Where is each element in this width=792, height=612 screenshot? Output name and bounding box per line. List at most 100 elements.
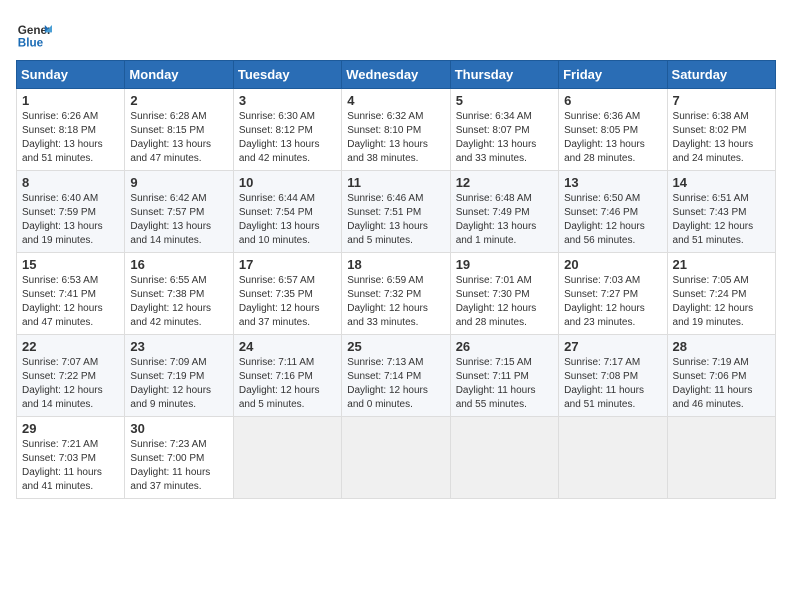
calendar-cell: 28 Sunrise: 7:19 AMSunset: 7:06 PMDaylig… [667,335,775,417]
logo: General Blue [16,16,52,52]
calendar-table: SundayMondayTuesdayWednesdayThursdayFrid… [16,60,776,499]
calendar-cell: 13 Sunrise: 6:50 AMSunset: 7:46 PMDaylig… [559,171,667,253]
weekday-header-friday: Friday [559,61,667,89]
calendar-cell: 8 Sunrise: 6:40 AMSunset: 7:59 PMDayligh… [17,171,125,253]
day-number: 4 [347,93,444,108]
day-info: Sunrise: 6:42 AMSunset: 7:57 PMDaylight:… [130,192,227,248]
calendar-cell: 22 Sunrise: 7:07 AMSunset: 7:22 PMDaylig… [17,335,125,417]
day-number: 21 [673,257,770,272]
day-number: 6 [564,93,661,108]
calendar-cell [559,417,667,499]
day-info: Sunrise: 6:46 AMSunset: 7:51 PMDaylight:… [347,192,444,248]
weekday-header-tuesday: Tuesday [233,61,341,89]
day-info: Sunrise: 7:21 AMSunset: 7:03 PMDaylight:… [22,438,119,494]
day-number: 15 [22,257,119,272]
day-info: Sunrise: 7:01 AMSunset: 7:30 PMDaylight:… [456,274,553,330]
day-info: Sunrise: 7:07 AMSunset: 7:22 PMDaylight:… [22,356,119,412]
calendar-week-row: 8 Sunrise: 6:40 AMSunset: 7:59 PMDayligh… [17,171,776,253]
day-number: 5 [456,93,553,108]
day-info: Sunrise: 6:48 AMSunset: 7:49 PMDaylight:… [456,192,553,248]
day-number: 17 [239,257,336,272]
calendar-cell: 25 Sunrise: 7:13 AMSunset: 7:14 PMDaylig… [342,335,450,417]
day-info: Sunrise: 6:26 AMSunset: 8:18 PMDaylight:… [22,110,119,166]
logo-icon: General Blue [16,16,52,52]
weekday-header-monday: Monday [125,61,233,89]
day-info: Sunrise: 7:15 AMSunset: 7:11 PMDaylight:… [456,356,553,412]
day-number: 23 [130,339,227,354]
calendar-cell: 23 Sunrise: 7:09 AMSunset: 7:19 PMDaylig… [125,335,233,417]
day-info: Sunrise: 6:38 AMSunset: 8:02 PMDaylight:… [673,110,770,166]
calendar-cell: 6 Sunrise: 6:36 AMSunset: 8:05 PMDayligh… [559,89,667,171]
day-info: Sunrise: 7:05 AMSunset: 7:24 PMDaylight:… [673,274,770,330]
day-info: Sunrise: 6:28 AMSunset: 8:15 PMDaylight:… [130,110,227,166]
calendar-cell [342,417,450,499]
calendar-cell: 4 Sunrise: 6:32 AMSunset: 8:10 PMDayligh… [342,89,450,171]
calendar-cell [450,417,558,499]
calendar-cell: 1 Sunrise: 6:26 AMSunset: 8:18 PMDayligh… [17,89,125,171]
calendar-cell: 10 Sunrise: 6:44 AMSunset: 7:54 PMDaylig… [233,171,341,253]
calendar-cell: 29 Sunrise: 7:21 AMSunset: 7:03 PMDaylig… [17,417,125,499]
day-number: 1 [22,93,119,108]
calendar-cell: 2 Sunrise: 6:28 AMSunset: 8:15 PMDayligh… [125,89,233,171]
calendar-week-row: 15 Sunrise: 6:53 AMSunset: 7:41 PMDaylig… [17,253,776,335]
calendar-cell [667,417,775,499]
day-info: Sunrise: 7:03 AMSunset: 7:27 PMDaylight:… [564,274,661,330]
weekday-header-sunday: Sunday [17,61,125,89]
day-info: Sunrise: 6:40 AMSunset: 7:59 PMDaylight:… [22,192,119,248]
calendar-cell: 12 Sunrise: 6:48 AMSunset: 7:49 PMDaylig… [450,171,558,253]
calendar-cell: 16 Sunrise: 6:55 AMSunset: 7:38 PMDaylig… [125,253,233,335]
day-number: 27 [564,339,661,354]
weekday-header-saturday: Saturday [667,61,775,89]
calendar-cell [233,417,341,499]
calendar-cell: 14 Sunrise: 6:51 AMSunset: 7:43 PMDaylig… [667,171,775,253]
calendar-cell: 24 Sunrise: 7:11 AMSunset: 7:16 PMDaylig… [233,335,341,417]
day-number: 26 [456,339,553,354]
day-info: Sunrise: 6:57 AMSunset: 7:35 PMDaylight:… [239,274,336,330]
day-number: 22 [22,339,119,354]
calendar-cell: 3 Sunrise: 6:30 AMSunset: 8:12 PMDayligh… [233,89,341,171]
calendar-cell: 21 Sunrise: 7:05 AMSunset: 7:24 PMDaylig… [667,253,775,335]
day-number: 20 [564,257,661,272]
calendar-cell: 17 Sunrise: 6:57 AMSunset: 7:35 PMDaylig… [233,253,341,335]
svg-text:Blue: Blue [18,37,44,50]
day-info: Sunrise: 7:13 AMSunset: 7:14 PMDaylight:… [347,356,444,412]
calendar-header-row: SundayMondayTuesdayWednesdayThursdayFrid… [17,61,776,89]
calendar-cell: 7 Sunrise: 6:38 AMSunset: 8:02 PMDayligh… [667,89,775,171]
calendar-cell: 15 Sunrise: 6:53 AMSunset: 7:41 PMDaylig… [17,253,125,335]
day-info: Sunrise: 6:36 AMSunset: 8:05 PMDaylight:… [564,110,661,166]
calendar-cell: 19 Sunrise: 7:01 AMSunset: 7:30 PMDaylig… [450,253,558,335]
calendar-cell: 18 Sunrise: 6:59 AMSunset: 7:32 PMDaylig… [342,253,450,335]
day-info: Sunrise: 6:32 AMSunset: 8:10 PMDaylight:… [347,110,444,166]
calendar-week-row: 29 Sunrise: 7:21 AMSunset: 7:03 PMDaylig… [17,417,776,499]
day-number: 16 [130,257,227,272]
calendar-cell: 20 Sunrise: 7:03 AMSunset: 7:27 PMDaylig… [559,253,667,335]
day-number: 24 [239,339,336,354]
day-info: Sunrise: 6:34 AMSunset: 8:07 PMDaylight:… [456,110,553,166]
day-number: 28 [673,339,770,354]
day-info: Sunrise: 6:51 AMSunset: 7:43 PMDaylight:… [673,192,770,248]
day-info: Sunrise: 7:23 AMSunset: 7:00 PMDaylight:… [130,438,227,494]
calendar-week-row: 22 Sunrise: 7:07 AMSunset: 7:22 PMDaylig… [17,335,776,417]
day-info: Sunrise: 7:19 AMSunset: 7:06 PMDaylight:… [673,356,770,412]
day-info: Sunrise: 6:30 AMSunset: 8:12 PMDaylight:… [239,110,336,166]
calendar-cell: 5 Sunrise: 6:34 AMSunset: 8:07 PMDayligh… [450,89,558,171]
calendar-cell: 30 Sunrise: 7:23 AMSunset: 7:00 PMDaylig… [125,417,233,499]
day-number: 11 [347,175,444,190]
day-number: 18 [347,257,444,272]
day-number: 9 [130,175,227,190]
day-number: 13 [564,175,661,190]
day-number: 10 [239,175,336,190]
calendar-cell: 27 Sunrise: 7:17 AMSunset: 7:08 PMDaylig… [559,335,667,417]
day-info: Sunrise: 6:44 AMSunset: 7:54 PMDaylight:… [239,192,336,248]
day-info: Sunrise: 6:50 AMSunset: 7:46 PMDaylight:… [564,192,661,248]
day-info: Sunrise: 6:55 AMSunset: 7:38 PMDaylight:… [130,274,227,330]
day-info: Sunrise: 7:11 AMSunset: 7:16 PMDaylight:… [239,356,336,412]
calendar-cell: 11 Sunrise: 6:46 AMSunset: 7:51 PMDaylig… [342,171,450,253]
day-number: 19 [456,257,553,272]
calendar-cell: 26 Sunrise: 7:15 AMSunset: 7:11 PMDaylig… [450,335,558,417]
calendar-week-row: 1 Sunrise: 6:26 AMSunset: 8:18 PMDayligh… [17,89,776,171]
day-number: 29 [22,421,119,436]
day-info: Sunrise: 7:17 AMSunset: 7:08 PMDaylight:… [564,356,661,412]
day-info: Sunrise: 7:09 AMSunset: 7:19 PMDaylight:… [130,356,227,412]
page-header: General Blue [16,16,776,52]
